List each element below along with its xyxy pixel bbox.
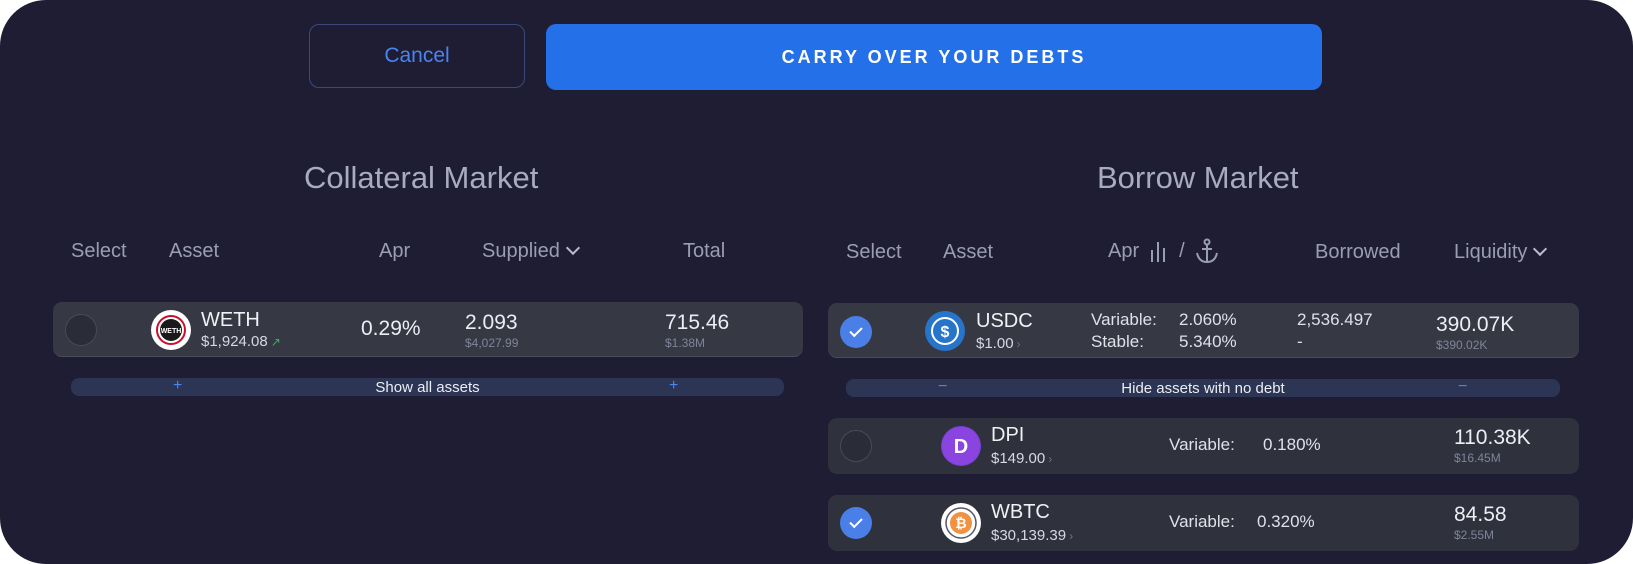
borrow-header-asset: Asset — [943, 241, 994, 263]
asset-price-value: $1.00 — [976, 335, 1014, 352]
variable-label: Variable: — [1169, 435, 1235, 454]
collateral-header-total: Total — [683, 240, 726, 262]
collateral-header-supplied-label: Supplied — [482, 240, 560, 262]
dpi-icon: D — [941, 426, 981, 466]
liquidity-amount: 84.58 — [1454, 503, 1507, 526]
collateral-header-supplied[interactable]: Supplied — [482, 240, 580, 263]
asset-price: $1.00 › — [976, 335, 1021, 352]
asset-symbol: DPI — [991, 424, 1025, 446]
weth-icon: WETH — [151, 310, 191, 350]
liquidity-usd: $16.45M — [1454, 451, 1501, 465]
svg-text:WETH: WETH — [161, 328, 182, 335]
borrow-row-wbtc[interactable]: ₿ WBTC $30,139.39 › Variable: 0.320% 84.5… — [828, 495, 1579, 551]
bar-chart-icon[interactable] — [1149, 240, 1169, 262]
collateral-header-select: Select — [71, 240, 127, 262]
liquidity-usd: $2.55M — [1454, 528, 1495, 542]
chevron-down-icon — [565, 240, 580, 256]
apr-separator: / — [1179, 239, 1185, 262]
borrow-header-borrowed: Borrowed — [1315, 241, 1401, 263]
supplied-usd: $4,027.99 — [465, 336, 519, 350]
chevron-down-icon — [1533, 241, 1548, 257]
check-icon — [849, 514, 863, 529]
select-checkbox-checked[interactable] — [840, 316, 872, 348]
asset-price: $1,924.08 ↗ — [201, 333, 281, 350]
anchor-icon[interactable] — [1195, 238, 1219, 264]
usdc-icon: $ — [925, 311, 965, 351]
borrow-row-dpi[interactable]: D DPI $149.00 › Variable: 0.180% 110.38K … — [828, 418, 1579, 474]
arrow-right-icon: › — [1016, 337, 1021, 351]
hide-assets-label: Hide assets with no debt — [1121, 379, 1285, 397]
borrow-header-apr[interactable]: Apr / — [1108, 238, 1219, 264]
carry-over-debts-button[interactable]: CARRY OVER YOUR DEBTS — [546, 24, 1322, 90]
stable-apr: 5.340% — [1179, 332, 1237, 351]
borrowed-stable: - — [1297, 332, 1303, 351]
asset-price: $30,139.39 › — [991, 527, 1073, 544]
variable-label: Variable: — [1169, 512, 1235, 531]
show-all-assets-label: Show all assets — [375, 378, 480, 396]
arrow-right-icon: › — [1048, 452, 1053, 466]
check-icon — [849, 323, 863, 338]
variable-apr: 2.060% — [1179, 310, 1237, 329]
liquidity-amount: 110.38K — [1454, 426, 1531, 449]
borrow-header-liquidity-label: Liquidity — [1454, 241, 1528, 263]
variable-apr: 0.180% — [1263, 435, 1321, 454]
show-all-assets-toggle[interactable]: + Show all assets + — [71, 377, 784, 396]
asset-price-value: $149.00 — [991, 450, 1046, 467]
variable-apr: 0.320% — [1257, 512, 1315, 531]
plus-icon: + — [173, 377, 183, 394]
liquidity-usd: $390.02K — [1436, 338, 1488, 352]
borrow-header-liquidity[interactable]: Liquidity — [1454, 241, 1548, 264]
hide-assets-no-debt-toggle[interactable]: − Hide assets with no debt − — [846, 378, 1560, 397]
collateral-header-asset: Asset — [169, 240, 220, 262]
migration-panel: Cancel CARRY OVER YOUR DEBTS Collateral … — [0, 0, 1633, 564]
minus-icon: − — [1458, 378, 1468, 395]
asset-price-value: $1,924.08 — [201, 333, 268, 350]
collateral-header-apr: Apr — [379, 240, 411, 262]
variable-label: Variable: — [1091, 310, 1157, 329]
collateral-market-title: Collateral Market — [304, 160, 539, 195]
svg-text:D: D — [954, 436, 968, 458]
supplied-amount: 2.093 — [465, 311, 518, 334]
wbtc-icon: ₿ — [941, 503, 981, 543]
asset-price: $149.00 › — [991, 450, 1052, 467]
svg-text:$: $ — [941, 324, 950, 341]
cancel-button[interactable]: Cancel — [309, 24, 525, 88]
total-amount: 715.46 — [665, 311, 730, 334]
borrowed-variable: 2,536.497 — [1297, 310, 1373, 329]
arrow-right-icon: › — [1069, 529, 1074, 543]
collateral-row-weth[interactable]: WETH WETH $1,924.08 ↗ 0.29% 2.093 $4,027.… — [53, 302, 803, 357]
borrow-header-select: Select — [846, 241, 902, 263]
minus-icon: − — [938, 378, 948, 395]
asset-symbol: WBTC — [991, 501, 1050, 523]
asset-symbol: WETH — [201, 309, 260, 331]
borrow-market-title: Borrow Market — [1097, 160, 1299, 195]
liquidity-amount: 390.07K — [1436, 313, 1515, 336]
select-radio[interactable] — [65, 314, 97, 346]
asset-price-value: $30,139.39 — [991, 527, 1067, 544]
asset-symbol: USDC — [976, 310, 1033, 332]
borrow-header-apr-label: Apr — [1108, 239, 1140, 262]
stable-label: Stable: — [1091, 332, 1144, 351]
borrow-row-usdc[interactable]: $ USDC $1.00 › Variable: 2.060% Stable: 5… — [828, 303, 1579, 358]
svg-text:₿: ₿ — [955, 515, 966, 531]
select-checkbox-checked[interactable] — [840, 507, 872, 539]
supply-apr: 0.29% — [361, 317, 421, 340]
select-radio[interactable] — [840, 430, 872, 462]
arrow-up-icon: ↗ — [270, 335, 281, 349]
total-usd: $1.38M — [665, 336, 706, 350]
plus-icon: + — [669, 377, 679, 394]
